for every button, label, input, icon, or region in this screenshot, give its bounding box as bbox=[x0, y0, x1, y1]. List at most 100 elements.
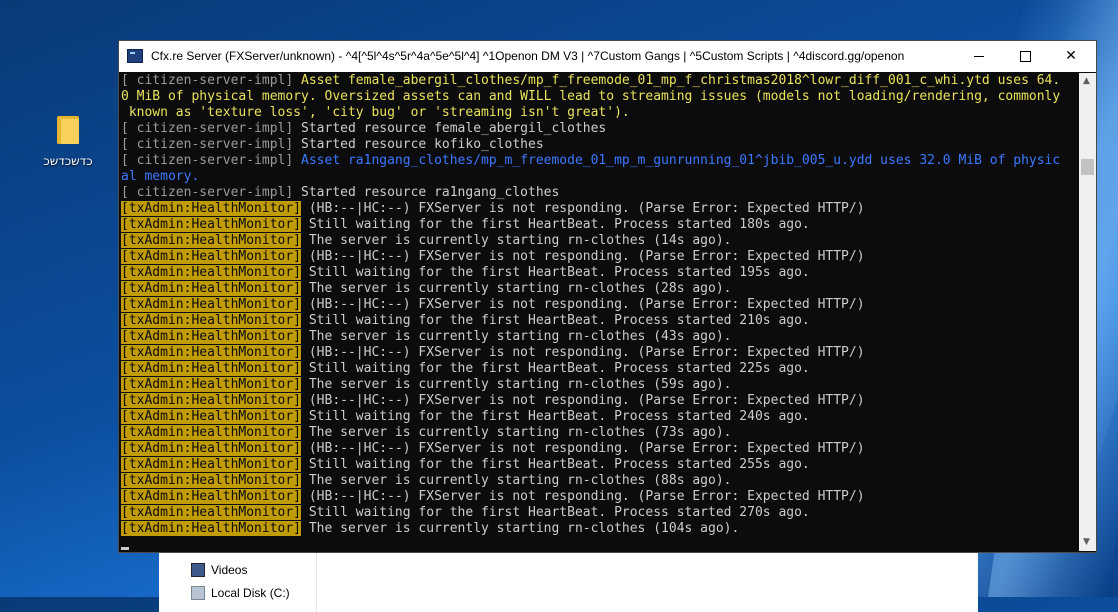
console-line-text: Asset female_abergil_clothes/mp_f_freemo… bbox=[293, 73, 1061, 88]
console-line-tag: [ citizen-server-impl] bbox=[121, 137, 294, 152]
console-line-tag: [txAdmin:HealthMonitor] bbox=[121, 377, 302, 392]
console-line-tag: [txAdmin:HealthMonitor] bbox=[121, 281, 302, 296]
explorer-pane-divider bbox=[316, 552, 317, 612]
minimize-icon bbox=[974, 55, 984, 57]
console-line-text: (HB:--|HC:--) FXServer is not responding… bbox=[301, 201, 865, 216]
console-line-tag: [txAdmin:HealthMonitor] bbox=[121, 345, 302, 360]
console-line: [txAdmin:HealthMonitor] Still waiting fo… bbox=[121, 409, 1079, 425]
console-line: [txAdmin:HealthMonitor] (HB:--|HC:--) FX… bbox=[121, 249, 1079, 265]
console-line-text: (HB:--|HC:--) FXServer is not responding… bbox=[301, 441, 865, 456]
console-line: [ citizen-server-impl] Asset ra1ngang_cl… bbox=[121, 153, 1079, 169]
maximize-button[interactable] bbox=[1002, 41, 1048, 72]
console-line-tag: [txAdmin:HealthMonitor] bbox=[121, 409, 302, 424]
title-bar[interactable]: Cfx.re Server (FXServer/unknown) - ^4[^5… bbox=[119, 41, 1096, 72]
console-line-tag: [txAdmin:HealthMonitor] bbox=[121, 457, 302, 472]
console-line: [txAdmin:HealthMonitor] (HB:--|HC:--) FX… bbox=[121, 297, 1079, 313]
folder-icon bbox=[57, 116, 79, 144]
console-line-text: (HB:--|HC:--) FXServer is not responding… bbox=[301, 297, 865, 312]
desktop-folder-label: כדשכדשכ bbox=[43, 154, 93, 168]
console-line: [txAdmin:HealthMonitor] The server is cu… bbox=[121, 281, 1079, 297]
console-line-text: Still waiting for the first HeartBeat. P… bbox=[301, 505, 810, 520]
console-line: [txAdmin:HealthMonitor] Still waiting fo… bbox=[121, 217, 1079, 233]
console-line: [txAdmin:HealthMonitor] (HB:--|HC:--) FX… bbox=[121, 345, 1079, 361]
console-line-text: The server is currently starting rn-clot… bbox=[301, 281, 732, 296]
console-line-tag: [txAdmin:HealthMonitor] bbox=[121, 361, 302, 376]
console-line: [txAdmin:HealthMonitor] (HB:--|HC:--) FX… bbox=[121, 441, 1079, 457]
console-line: [txAdmin:HealthMonitor] The server is cu… bbox=[121, 521, 1079, 537]
console-line: [ citizen-server-impl] Started resource … bbox=[121, 121, 1079, 137]
console-line: [txAdmin:HealthMonitor] The server is cu… bbox=[121, 329, 1079, 345]
console-line-text: The server is currently starting rn-clot… bbox=[301, 233, 732, 248]
console-output[interactable]: [ citizen-server-impl] Asset female_aber… bbox=[121, 73, 1079, 551]
vertical-scrollbar[interactable]: ▲ ▼ bbox=[1079, 73, 1096, 551]
console-line-tag: [txAdmin:HealthMonitor] bbox=[121, 233, 302, 248]
console-line-text: al memory. bbox=[121, 169, 200, 184]
nav-item-videos-label: Videos bbox=[211, 563, 248, 577]
console-line-text: Still waiting for the first HeartBeat. P… bbox=[301, 457, 810, 472]
scroll-down-arrow-icon[interactable]: ▼ bbox=[1083, 537, 1090, 547]
console-line-text: (HB:--|HC:--) FXServer is not responding… bbox=[301, 249, 865, 264]
desktop-folder-shortcut[interactable]: כדשכדשכ bbox=[38, 112, 98, 168]
console-line-tag: [txAdmin:HealthMonitor] bbox=[121, 425, 302, 440]
console-app-icon bbox=[127, 49, 143, 63]
nav-item-videos[interactable]: Videos bbox=[191, 563, 247, 577]
console-line-tag: [txAdmin:HealthMonitor] bbox=[121, 265, 302, 280]
console-line-tag: [txAdmin:HealthMonitor] bbox=[121, 201, 302, 216]
console-line-text: The server is currently starting rn-clot… bbox=[301, 521, 740, 536]
console-line-text: Still waiting for the first HeartBeat. P… bbox=[301, 361, 810, 376]
console-line: [txAdmin:HealthMonitor] Still waiting fo… bbox=[121, 505, 1079, 521]
console-line: [ citizen-server-impl] Started resource … bbox=[121, 185, 1079, 201]
console-line: known as 'texture loss', 'city bug' or '… bbox=[121, 105, 1079, 121]
console-line-tag: [txAdmin:HealthMonitor] bbox=[121, 297, 302, 312]
console-line-tag: [txAdmin:HealthMonitor] bbox=[121, 489, 302, 504]
console-line-text: The server is currently starting rn-clot… bbox=[301, 473, 732, 488]
console-line-text: Still waiting for the first HeartBeat. P… bbox=[301, 409, 810, 424]
console-line: [txAdmin:HealthMonitor] (HB:--|HC:--) FX… bbox=[121, 393, 1079, 409]
console-line-tag: [ citizen-server-impl] bbox=[121, 185, 294, 200]
console-line: [txAdmin:HealthMonitor] The server is cu… bbox=[121, 473, 1079, 489]
console-line: [txAdmin:HealthMonitor] Still waiting fo… bbox=[121, 361, 1079, 377]
console-line-tag: [ citizen-server-impl] bbox=[121, 153, 294, 168]
console-line-text: Still waiting for the first HeartBeat. P… bbox=[301, 265, 810, 280]
console-line-text: (HB:--|HC:--) FXServer is not responding… bbox=[301, 489, 865, 504]
file-explorer-window: Videos Local Disk (C:) bbox=[159, 552, 978, 612]
console-line-text: The server is currently starting rn-clot… bbox=[301, 377, 732, 392]
console-line-text: (HB:--|HC:--) FXServer is not responding… bbox=[301, 345, 865, 360]
scroll-up-arrow-icon[interactable]: ▲ bbox=[1083, 76, 1090, 86]
close-icon: ✕ bbox=[1065, 48, 1077, 64]
console-line-tag: [txAdmin:HealthMonitor] bbox=[121, 393, 302, 408]
console-line-text: Started resource kofiko_clothes bbox=[293, 137, 544, 152]
minimize-button[interactable] bbox=[956, 41, 1002, 72]
console-line-text: Started resource female_abergil_clothes bbox=[293, 121, 607, 136]
text-cursor bbox=[121, 547, 129, 550]
console-line-text: The server is currently starting rn-clot… bbox=[301, 329, 732, 344]
console-line-text: (HB:--|HC:--) FXServer is not responding… bbox=[301, 393, 865, 408]
console-line: [txAdmin:HealthMonitor] The server is cu… bbox=[121, 233, 1079, 249]
console-line: [ citizen-server-impl] Asset female_aber… bbox=[121, 73, 1079, 89]
console-line: [txAdmin:HealthMonitor] Still waiting fo… bbox=[121, 457, 1079, 473]
console-line: [txAdmin:HealthMonitor] The server is cu… bbox=[121, 425, 1079, 441]
console-line-tag: [txAdmin:HealthMonitor] bbox=[121, 329, 302, 344]
console-line-tag: [txAdmin:HealthMonitor] bbox=[121, 521, 302, 536]
console-line-text: Started resource ra1ngang_clothes bbox=[293, 185, 560, 200]
scrollbar-thumb[interactable] bbox=[1081, 159, 1094, 175]
console-line-text: Asset ra1ngang_clothes/mp_m_freemode_01_… bbox=[293, 153, 1061, 168]
close-button[interactable]: ✕ bbox=[1048, 41, 1094, 72]
console-line-tag: [txAdmin:HealthMonitor] bbox=[121, 505, 302, 520]
console-line: [txAdmin:HealthMonitor] Still waiting fo… bbox=[121, 313, 1079, 329]
console-line-text: Still waiting for the first HeartBeat. P… bbox=[301, 217, 810, 232]
console-line-tag: [txAdmin:HealthMonitor] bbox=[121, 441, 302, 456]
console-line: [txAdmin:HealthMonitor] The server is cu… bbox=[121, 377, 1079, 393]
videos-icon bbox=[191, 563, 205, 577]
console-line: [txAdmin:HealthMonitor] (HB:--|HC:--) FX… bbox=[121, 489, 1079, 505]
console-line: 0 MiB of physical memory. Oversized asse… bbox=[121, 89, 1079, 105]
nav-item-local-disk-label: Local Disk (C:) bbox=[211, 586, 290, 600]
console-line: [txAdmin:HealthMonitor] (HB:--|HC:--) FX… bbox=[121, 201, 1079, 217]
console-line-tag: [txAdmin:HealthMonitor] bbox=[121, 217, 302, 232]
maximize-icon bbox=[1019, 50, 1031, 62]
console-line-text: The server is currently starting rn-clot… bbox=[301, 425, 732, 440]
nav-item-local-disk[interactable]: Local Disk (C:) bbox=[191, 586, 290, 600]
console-line: [txAdmin:HealthMonitor] Still waiting fo… bbox=[121, 265, 1079, 281]
console-line-text: Still waiting for the first HeartBeat. P… bbox=[301, 313, 810, 328]
console-line-text: 0 MiB of physical memory. Oversized asse… bbox=[121, 89, 1061, 104]
